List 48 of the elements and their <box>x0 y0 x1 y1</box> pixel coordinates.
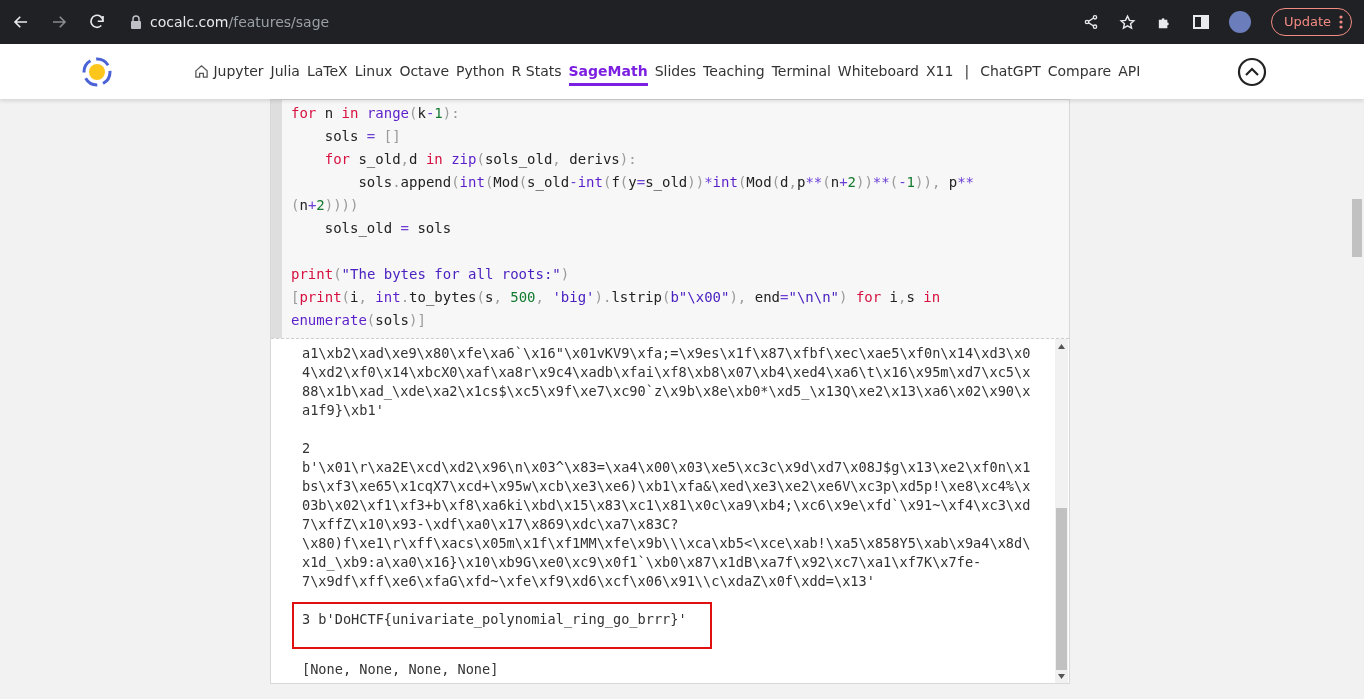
output-text: 2 b'\x01\r\xa2E\xcd\xd2\x96\n\x03^\x83=\xa4\x00\x03\xe5\xc3c\x9d\xd7\x08J$g\x13\xe2\xf0n\x1 bs\xf3\xe65\x1cqX7\xcd+\x95w\xcb\xe3\xe6)\xb1\xfa&\xed\xe3\xe2\xe6V\xc3p\xd5p!\xe8\xc4%\x 03b\x02\xf1\xf3+b\xf8\xa6ki\xbd\x15\x83\xc1\x81\x0c\xa9\xb4;\xc6\x9e\xfd`\x91~\xf4\xc3\xd 7\xffZ\x10\x93-\xdf\xa0\x17\x869\xdc\xa7\x83C? \x80)f\xe1\r\xff\xacs\x05m\x1f\xf1MM\xfe\x9b\\\xca\xb5<\xce\xab!\xa5\x858Y5\xab\x9a4\x8d\ x1d_\xb9:a\xa0\x16}\x10\xb9G\xe0\xc9\x0f1`\xb0\x87\x1dB\xa7f\x92\xc7\xa1\xf7K\x7fe- 7\x9df\xff\xe6\xfaG\xfd~\xfe\xf9\xd6\xcf\x06\x91\\c\xdaZ\x0f\xdd=\x13' <box>302 439 1032 591</box>
nav-link[interactable]: Whiteboard <box>837 57 919 86</box>
url-text: cocalc.com/features/sage <box>150 12 330 32</box>
nav-link[interactable]: ChatGPT <box>980 57 1041 86</box>
nav-link[interactable]: LaTeX <box>306 57 348 86</box>
code-line: print("The bytes for all roots:") <box>291 265 570 284</box>
scroll-up-arrow-icon[interactable] <box>1058 344 1065 349</box>
site-logo[interactable] <box>81 55 114 88</box>
nav-link[interactable]: Python <box>456 57 505 86</box>
code-line: sols.append(int(Mod(s_old-int(f(y=s_old))*int(Mod(d,p**(n+2))**(-1)), p** <box>357 173 975 193</box>
code-line: enumerate(sols)] <box>291 311 426 330</box>
output-scrollbar[interactable] <box>1055 339 1068 683</box>
scrollbar-thumb[interactable] <box>1056 508 1067 670</box>
more-icon <box>1339 15 1343 29</box>
home-icon[interactable] <box>194 64 210 79</box>
share-icon[interactable] <box>1082 14 1099 30</box>
nav-link[interactable]: Terminal <box>771 57 831 86</box>
nav-link[interactable]: Julia <box>270 57 300 86</box>
forward-arrow-icon[interactable] <box>50 13 68 31</box>
code-line: sols_old = sols <box>323 219 452 239</box>
nav-link[interactable]: SageMath <box>568 57 648 86</box>
nav-separator: | <box>963 62 971 82</box>
code-line: (n+2)))) <box>291 196 359 215</box>
sidebar-icon[interactable] <box>1192 14 1209 30</box>
star-icon[interactable] <box>1118 13 1136 31</box>
output-text: a1\xb2\xad\xe9\x80\xfe\xa6`\x16"\x01vKV9\xfa;=\x9es\x1f\x87\xfbf\xec\xae5\xf0n\x14\xd3\x0 4\xd2\xf0\x14\xbcX0\xaf\xa8r\x9c4\xadb\xfai\xf8\xb8\x07\xb4\xed4\xa6\t\x16\x95m\xd7\xc5\x 88\x1b\xad_\xde\xa2\x1cs$\xc5\x9f\xe7\xc90`z\x9b\x8e\xb0*\xd5_\x13Q\xe2\x13\xa6\x02\x90\x a1f9}\xb1' <box>302 344 1032 420</box>
output-text: [None, None, None, None] <box>302 660 500 679</box>
scrollbar-thumb[interactable] <box>1352 199 1362 257</box>
code-line: for n in range(k-1): <box>291 104 460 123</box>
scroll-down-arrow-icon[interactable] <box>1058 674 1065 679</box>
code-line: [print(i, int.to_bytes(s, 500, 'big').lstrip(b"\x00"), end="\n\n") for i,s in <box>291 288 941 308</box>
nav-link[interactable]: Jupyter <box>213 57 264 86</box>
nav-link[interactable]: Octave <box>399 57 450 86</box>
code-line: sols = [] <box>323 127 401 146</box>
nav-link[interactable]: Compare <box>1047 57 1112 86</box>
back-arrow-icon[interactable] <box>12 13 30 31</box>
lock-icon <box>130 15 142 29</box>
nav-link[interactable]: X11 <box>926 57 954 86</box>
profile-avatar[interactable] <box>1228 11 1251 33</box>
nav-link[interactable]: Slides <box>654 57 697 86</box>
code-line: for s_old,d in zip(sols_old, derivs): <box>323 150 637 170</box>
nav-link[interactable]: R Stats <box>511 57 562 86</box>
nav-link[interactable]: Teaching <box>703 57 765 86</box>
nav-link[interactable]: Linux <box>354 57 393 86</box>
scroll-up-icon[interactable] <box>1237 56 1268 87</box>
reload-icon[interactable] <box>88 13 106 31</box>
highlighted-output: 3 b'DoHCTF{univariate_polynomial_ring_go_brrr}' <box>292 602 712 649</box>
nav-link[interactable]: API <box>1118 57 1141 86</box>
